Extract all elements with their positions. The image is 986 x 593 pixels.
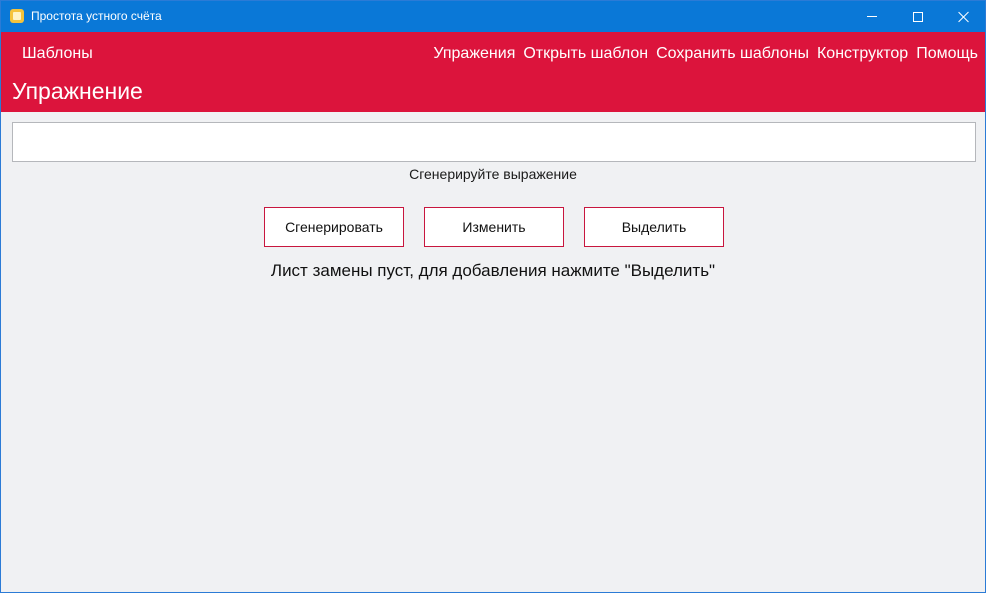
maximize-icon [913,11,923,22]
title-bar[interactable]: Простота устного счёта [1,1,985,32]
nav-menu: Упражения Открыть шаблон Сохранить шабло… [433,44,985,64]
replacement-list-status: Лист замены пуст, для добавления нажмите… [270,261,716,280]
close-icon [958,11,970,23]
page-title: Упражнение [12,78,143,104]
app-header: Шаблоны Упражения Открыть шаблон Сохрани… [1,32,985,112]
generate-button[interactable]: Сгенерировать [264,207,404,247]
nav-templates[interactable]: Шаблоны [22,44,93,64]
change-button[interactable]: Изменить [424,207,564,247]
minimize-button[interactable] [849,1,895,32]
nav-exercises[interactable]: Упражения [433,44,515,64]
window-title: Простота устного счёта [31,9,162,23]
nav-constructor[interactable]: Конструктор [817,44,908,64]
nav-open-template[interactable]: Открыть шаблон [523,44,648,64]
nav-save-templates[interactable]: Сохранить шаблоны [656,44,809,64]
select-button[interactable]: Выделить [584,207,724,247]
close-button[interactable] [941,1,985,32]
app-window: Простота устного счёта Шаблоны Упражения… [0,0,986,593]
nav-help[interactable]: Помощь [916,44,978,64]
hint-text: Сгенерируйте выражение [409,166,577,182]
minimize-icon [867,16,877,17]
app-icon [10,9,24,23]
maximize-button[interactable] [895,1,941,32]
expression-field[interactable] [12,122,976,162]
